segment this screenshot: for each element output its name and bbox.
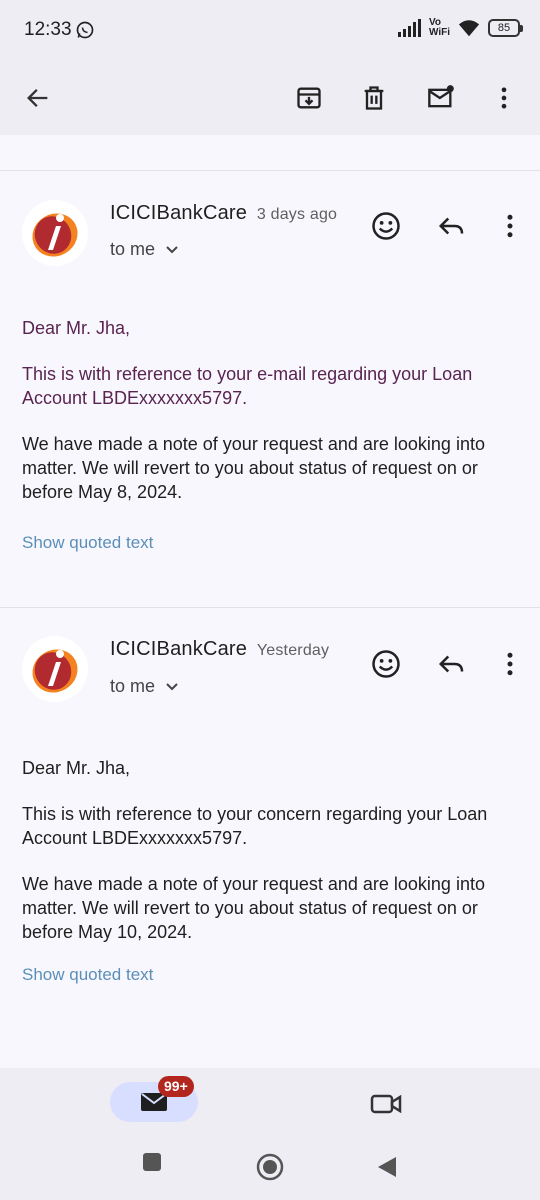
divider	[0, 170, 540, 171]
more-options-button[interactable]	[480, 74, 528, 122]
archive-button[interactable]	[285, 74, 333, 122]
body-paragraph: We have made a note of your request and …	[22, 874, 485, 942]
body-paragraph: This is with reference to your e-mail re…	[22, 364, 473, 408]
more-vert-icon	[507, 652, 513, 676]
body-paragraph: We have made a note of your request and …	[22, 434, 485, 502]
show-quoted-text-link[interactable]: Show quoted text	[22, 965, 153, 985]
icici-logo-icon	[32, 213, 78, 257]
email-more-button[interactable]	[488, 204, 532, 248]
emoji-icon	[372, 212, 400, 240]
recipient-toggle[interactable]: to me	[110, 676, 179, 697]
email-toolbar	[0, 60, 540, 135]
chevron-down-icon	[166, 245, 178, 253]
whatsapp-icon	[76, 21, 94, 39]
emoji-icon	[372, 650, 400, 678]
back-button[interactable]	[14, 74, 62, 122]
unread-badge: 99+	[158, 1076, 194, 1097]
icici-logo-icon	[32, 649, 78, 693]
sender-line: ICICIBankCare 3 days ago	[110, 202, 337, 225]
email-more-button[interactable]	[488, 642, 532, 686]
more-vert-icon	[501, 87, 507, 109]
chevron-down-icon	[166, 682, 178, 690]
reply-icon	[438, 217, 464, 235]
email-body: Dear Mr. Jha, This is with reference to …	[22, 316, 522, 526]
archive-icon	[297, 87, 321, 109]
recipient-toggle[interactable]: to me	[110, 239, 179, 260]
video-camera-icon[interactable]	[368, 1086, 404, 1122]
delete-button[interactable]	[350, 74, 398, 122]
react-button[interactable]	[364, 642, 408, 686]
sender-line: ICICIBankCare Yesterday	[110, 638, 329, 661]
mark-unread-icon	[428, 85, 454, 108]
status-bar: 12:33 Vo WiFi 85	[0, 0, 540, 60]
reply-icon	[438, 655, 464, 673]
wifi-icon	[458, 20, 480, 37]
divider	[0, 607, 540, 608]
sender-name: ICICIBankCare	[110, 202, 248, 224]
vowifi-label: Vo WiFi	[428, 17, 450, 38]
email-body: Dear Mr. Jha, This is with reference to …	[22, 756, 522, 966]
email-time: 3 days ago	[256, 206, 338, 223]
trash-icon	[364, 86, 384, 110]
reply-button[interactable]	[430, 204, 474, 248]
more-vert-icon	[507, 214, 513, 238]
status-icons: Vo WiFi 85	[397, 17, 523, 38]
email-time: Yesterday	[256, 642, 330, 659]
reply-button[interactable]	[430, 642, 474, 686]
show-quoted-text-link[interactable]: Show quoted text	[22, 533, 153, 553]
signal-icon	[397, 19, 421, 37]
sender-avatar[interactable]	[22, 636, 88, 702]
battery-indicator: 85	[488, 19, 523, 37]
greeting: Dear Mr. Jha,	[22, 318, 131, 338]
recipient-label: to me	[110, 239, 156, 259]
home-button[interactable]	[256, 1153, 284, 1181]
body-paragraph: This is with reference to your concern r…	[22, 804, 488, 848]
react-button[interactable]	[364, 204, 408, 248]
status-time: 12:33	[24, 19, 72, 40]
arrow-back-icon	[27, 89, 48, 107]
back-nav-button[interactable]	[376, 1155, 398, 1179]
sender-name: ICICIBankCare	[110, 638, 248, 660]
greeting: Dear Mr. Jha,	[22, 758, 131, 778]
mark-unread-button[interactable]	[417, 74, 465, 122]
recipient-label: to me	[110, 676, 156, 696]
sender-avatar[interactable]	[22, 200, 88, 266]
recent-apps-button[interactable]	[142, 1152, 162, 1172]
